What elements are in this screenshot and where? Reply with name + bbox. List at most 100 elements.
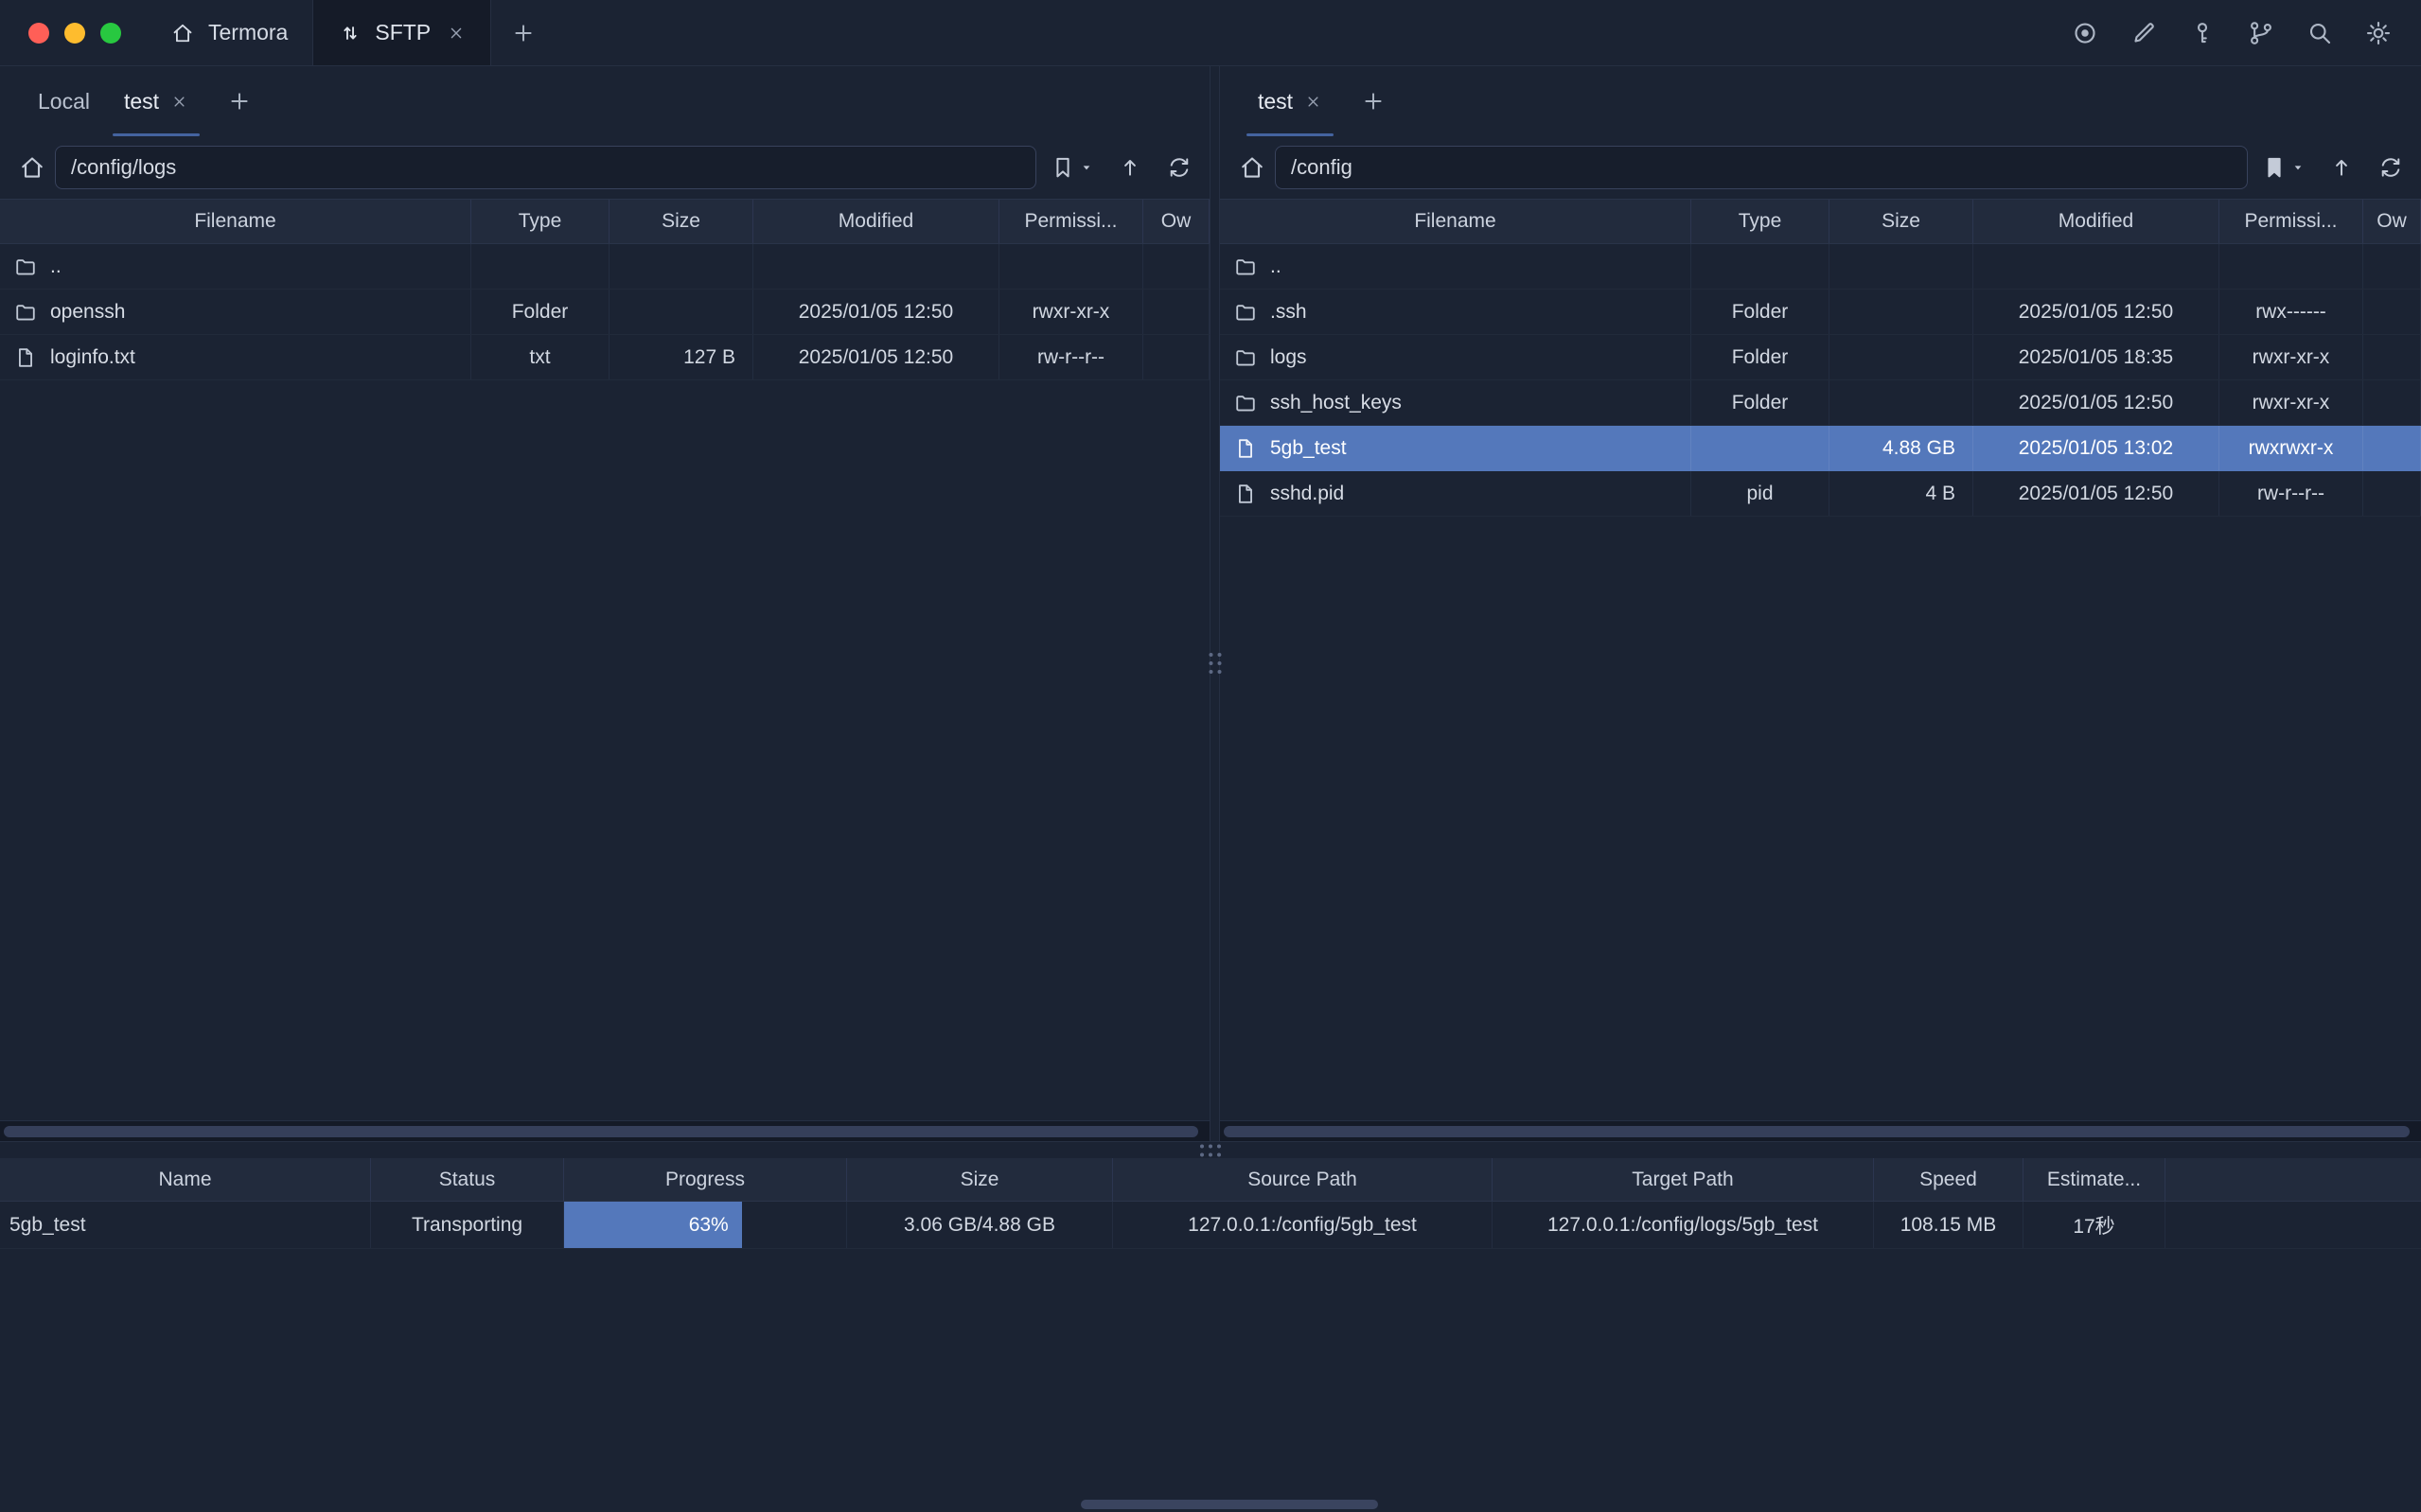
- column-header[interactable]: Filename: [1220, 200, 1691, 243]
- arrowup-icon: [2328, 154, 2355, 181]
- column-header[interactable]: Permissi...: [2219, 200, 2363, 243]
- column-header[interactable]: Source Path: [1113, 1158, 1493, 1201]
- file-owner-cell: [1143, 335, 1210, 379]
- home-button[interactable]: [9, 153, 55, 182]
- refresh-button[interactable]: [1166, 154, 1193, 181]
- home-icon: [170, 21, 195, 45]
- new-tab-button[interactable]: [491, 0, 556, 65]
- column-header[interactable]: Name: [0, 1158, 371, 1201]
- column-header[interactable]: Modified: [753, 200, 999, 243]
- file-row[interactable]: ssh_host_keysFolder2025/01/05 12:50rwxr-…: [1220, 380, 2421, 426]
- close-icon[interactable]: [1304, 93, 1322, 111]
- parent-directory-button[interactable]: [1117, 154, 1143, 181]
- path-input[interactable]: [55, 146, 1036, 189]
- file-name-cell: sshd.pid: [1220, 471, 1691, 516]
- file-row[interactable]: opensshFolder2025/01/05 12:50rwxr-xr-x: [0, 290, 1210, 335]
- column-header[interactable]: Ow: [2363, 200, 2421, 243]
- transfer-speed-cell: 108.15 MB: [1874, 1202, 2023, 1248]
- edit-button[interactable]: [2129, 19, 2158, 47]
- column-header[interactable]: Progress: [564, 1158, 847, 1201]
- right-path-toolbar: [1220, 136, 2421, 199]
- column-header[interactable]: Permissi...: [999, 200, 1143, 243]
- file-modified-cell: 2025/01/05 18:35: [1973, 335, 2219, 379]
- transfer-arrows-icon: [338, 21, 362, 45]
- close-icon[interactable]: [170, 93, 188, 111]
- file-row[interactable]: loginfo.txttxt127 B2025/01/05 12:50rw-r-…: [0, 335, 1210, 380]
- path-input[interactable]: [1275, 146, 2248, 189]
- left-horizontal-scrollbar[interactable]: [0, 1120, 1210, 1141]
- file-permissions-cell: rwxr-xr-x: [2219, 335, 2363, 379]
- app-tab-label: Termora: [208, 20, 288, 45]
- file-type-cell: [471, 244, 610, 289]
- column-header[interactable]: Modified: [1973, 200, 2219, 243]
- close-window-button[interactable]: [28, 23, 49, 44]
- refresh-button[interactable]: [2377, 154, 2404, 181]
- right-horizontal-scrollbar[interactable]: [1220, 1120, 2421, 1141]
- transfer-row[interactable]: 5gb_testTransporting63%3.06 GB/4.88 GB12…: [0, 1202, 2421, 1249]
- chevron-down-icon[interactable]: [1079, 160, 1094, 175]
- tab-label: test: [124, 89, 159, 114]
- search-button[interactable]: [2306, 19, 2334, 47]
- titlebar-actions: [2071, 0, 2421, 65]
- settings-button[interactable]: [2364, 19, 2393, 47]
- branch-button[interactable]: [2247, 19, 2275, 47]
- file-icon: [1233, 436, 1258, 461]
- arrowup-icon: [1117, 154, 1143, 181]
- transfer-splitter[interactable]: [0, 1141, 2421, 1158]
- tab-sftp[interactable]: SFTP: [312, 0, 491, 65]
- file-row[interactable]: logsFolder2025/01/05 18:35rwxr-xr-x: [1220, 335, 2421, 380]
- file-permissions-cell: rwxr-xr-x: [2219, 380, 2363, 425]
- file-row[interactable]: 5gb_test4.88 GB2025/01/05 13:02rwxrwxr-x: [1220, 426, 2421, 471]
- column-header[interactable]: Filename: [0, 200, 471, 243]
- column-header[interactable]: Type: [471, 200, 610, 243]
- new-panel-tab-button[interactable]: [1345, 66, 1402, 136]
- tab-test-right[interactable]: test: [1241, 66, 1339, 136]
- progress-bar: 63%: [564, 1202, 742, 1248]
- key-button[interactable]: [2188, 19, 2217, 47]
- home-icon: [18, 153, 46, 182]
- chevron-down-icon[interactable]: [2290, 160, 2306, 175]
- transfer-progress-cell: 63%: [564, 1202, 847, 1248]
- parent-directory-button[interactable]: [2328, 154, 2355, 181]
- tab-local[interactable]: Local: [21, 66, 107, 136]
- column-header[interactable]: Speed: [1874, 1158, 2023, 1201]
- close-icon: [447, 24, 466, 43]
- file-modified-cell: [1973, 244, 2219, 289]
- window-horizontal-scrollbar[interactable]: [1081, 1500, 1378, 1509]
- home-button[interactable]: [1229, 153, 1275, 182]
- file-size-cell: [1829, 290, 1973, 334]
- scrollbar-thumb[interactable]: [4, 1126, 1198, 1137]
- column-header[interactable]: Target Path: [1493, 1158, 1874, 1201]
- tab-test-left[interactable]: test: [107, 66, 205, 136]
- file-row[interactable]: ..: [1220, 244, 2421, 290]
- file-row[interactable]: sshd.pidpid4 B2025/01/05 12:50rw-r--r--: [1220, 471, 2421, 517]
- panel-splitter[interactable]: [1210, 66, 1220, 1141]
- transfer-table: 5gb_testTransporting63%3.06 GB/4.88 GB12…: [0, 1202, 2421, 1249]
- bookmark-icon[interactable]: [2261, 154, 2288, 181]
- column-header[interactable]: Size: [610, 200, 753, 243]
- plus-icon: [1360, 88, 1387, 114]
- column-header[interactable]: Status: [371, 1158, 564, 1201]
- zoom-window-button[interactable]: [100, 23, 121, 44]
- minimize-window-button[interactable]: [64, 23, 85, 44]
- tab-termora[interactable]: Termora: [146, 0, 312, 65]
- file-size-cell: [1829, 335, 1973, 379]
- transfer-status-cell: Transporting: [371, 1202, 564, 1248]
- column-header[interactable]: Size: [847, 1158, 1113, 1201]
- column-header[interactable]: Estimate...: [2023, 1158, 2165, 1201]
- file-permissions-cell: rwx------: [2219, 290, 2363, 334]
- file-row[interactable]: ..: [0, 244, 1210, 290]
- scrollbar-thumb[interactable]: [1224, 1126, 2410, 1137]
- column-header[interactable]: Type: [1691, 200, 1829, 243]
- titlebar: Termora SFTP: [0, 0, 2421, 66]
- new-panel-tab-button[interactable]: [211, 66, 268, 136]
- search-icon: [2306, 19, 2334, 47]
- column-header[interactable]: Ow: [1143, 200, 1210, 243]
- file-owner-cell: [2363, 471, 2421, 516]
- file-row[interactable]: .sshFolder2025/01/05 12:50rwx------: [1220, 290, 2421, 335]
- right-file-table-header: FilenameTypeSizeModifiedPermissi...Ow: [1220, 199, 2421, 244]
- bookmark-icon[interactable]: [1050, 154, 1076, 181]
- close-icon[interactable]: [447, 24, 466, 43]
- record-button[interactable]: [2071, 19, 2099, 47]
- column-header[interactable]: Size: [1829, 200, 1973, 243]
